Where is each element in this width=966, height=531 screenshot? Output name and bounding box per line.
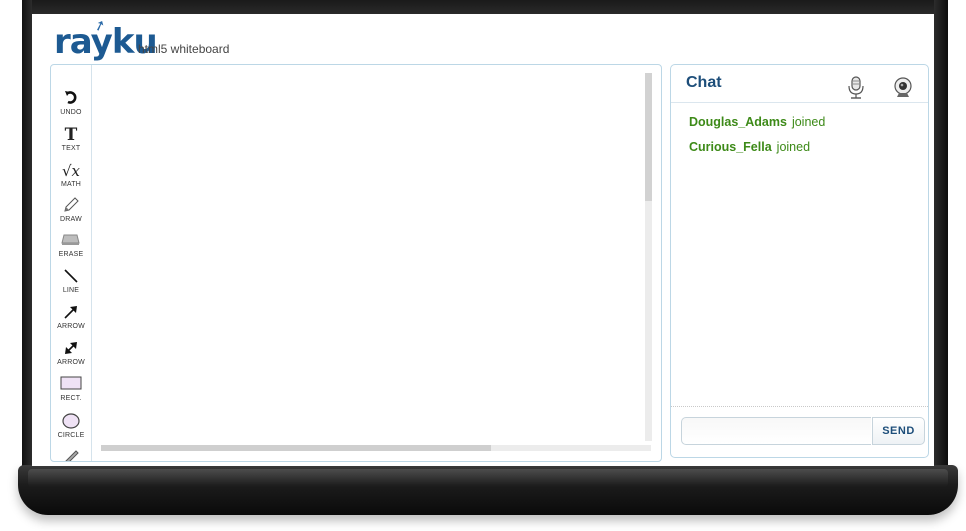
chat-panel: Chat Douglas_Adams joined Curious_Fella … [670,64,929,458]
tool-label: LINE [62,287,80,294]
vertical-scroll-thumb[interactable] [645,73,652,201]
monitor-frame-bottom [18,465,958,515]
undo-icon [51,89,91,109]
chat-action: joined [791,115,826,129]
horizontal-scrollbar[interactable] [101,445,651,451]
tool-label: CIRCLE [57,432,85,439]
chat-message: Douglas_Adams joined [689,115,825,129]
chat-message: Curious_Fella joined [689,140,810,154]
text-tool[interactable]: T TEXT [51,125,91,152]
arrow-tool[interactable]: ARROW [51,303,91,330]
circle-tool[interactable]: CIRCLE [51,412,91,439]
chat-title: Chat [686,74,722,91]
text-icon: T [64,125,78,145]
webcam-icon[interactable] [893,77,913,104]
tool-label: UNDO [60,109,82,116]
chat-footer-divider [671,406,928,407]
monitor-frame-right [934,0,948,480]
brush-tool[interactable] [51,447,91,461]
rectangle-icon [51,375,91,395]
rectangle-tool[interactable]: RECT. [51,375,91,402]
brush-icon [51,447,91,461]
horizontal-scroll-thumb[interactable] [101,445,491,451]
erase-tool[interactable]: ERASE [51,231,91,258]
chat-action: joined [776,140,811,154]
app-subtitle: html5 whiteboard [138,42,230,56]
tool-label: ERASE [58,251,84,258]
send-button[interactable]: SEND [872,417,925,445]
tool-label: TEXT [61,145,81,152]
arrow-icon [51,303,91,323]
microphone-icon[interactable] [847,76,865,105]
tool-label: DRAW [60,216,82,223]
tool-label: ARROW [57,323,85,330]
double-arrow-icon [51,339,91,359]
pencil-icon [51,196,91,216]
whiteboard-app: rayku ➚ html5 whiteboard UNDO T TEXT √x … [32,14,934,466]
tool-sidebar: UNDO T TEXT √x MATH DRAW ERASE LINE ARRO… [51,65,92,461]
monitor-frame-left [22,0,32,480]
eraser-icon [51,231,91,251]
chat-username: Douglas_Adams [689,115,787,129]
undo-tool[interactable]: UNDO [51,89,91,116]
math-tool[interactable]: √x MATH [51,161,91,188]
vertical-scrollbar[interactable] [645,73,652,441]
tool-label: MATH [60,181,82,188]
draw-tool[interactable]: DRAW [51,196,91,223]
chat-message-input[interactable] [681,417,871,445]
monitor-frame-top [22,0,944,14]
line-icon [51,267,91,287]
circle-icon [51,412,91,432]
tool-label: ARROW [57,359,85,366]
chat-username: Curious_Fella [689,140,772,154]
chat-header-divider [671,102,928,103]
drawing-canvas[interactable] [103,73,649,451]
line-tool[interactable]: LINE [51,267,91,294]
double-arrow-tool[interactable]: ARROW [51,339,91,366]
tool-label: RECT. [60,395,82,402]
whiteboard-panel: UNDO T TEXT √x MATH DRAW ERASE LINE ARRO… [50,64,662,462]
math-icon: √x [61,162,81,180]
